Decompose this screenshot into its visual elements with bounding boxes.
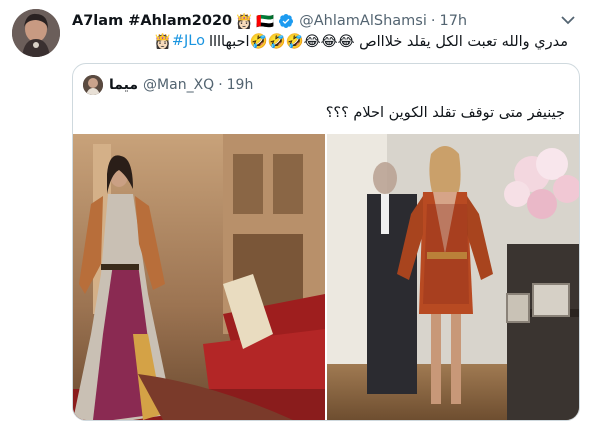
tweet-text: مدري والله تعبت الكل يقلد خلاااص 😂😂😂🤣🤣🤣ا… — [154, 30, 568, 52]
quoted-handle[interactable]: @Man_XQ — [143, 77, 214, 93]
avatar[interactable] — [12, 9, 60, 57]
tweet-header: A7lam #Ahlam2020 👸🏻 🇦🇪 @AhlamAlShamsi · … — [72, 10, 467, 32]
chevron-down-icon[interactable] — [558, 12, 578, 26]
tweet-card[interactable]: A7lam #Ahlam2020 👸🏻 🇦🇪 @AhlamAlShamsi · … — [0, 0, 592, 429]
quoted-timestamp[interactable]: 19h — [227, 77, 254, 93]
handle[interactable]: @AhlamAlShamsi — [299, 13, 427, 29]
quoted-tweet[interactable]: ميما @Man_XQ · 19h جينيفر متى توقف تقلد … — [72, 63, 580, 421]
media-photo-left[interactable] — [73, 134, 325, 420]
verified-badge-icon — [278, 13, 294, 29]
display-name[interactable]: A7lam #Ahlam2020 — [72, 13, 232, 29]
hashtag-link[interactable]: #JLo — [172, 33, 205, 49]
quoted-tweet-text: جينيفر متى توقف تقلد الكوين احلام ؟؟؟ — [325, 105, 565, 121]
media-grid — [73, 134, 579, 420]
quoted-display-name[interactable]: ميما — [109, 77, 138, 93]
uae-flag-emoji: 🇦🇪 — [256, 13, 275, 30]
princess-emoji: 👸🏻 — [153, 33, 172, 50]
media-photo-right[interactable] — [327, 134, 579, 420]
quoted-avatar[interactable] — [83, 75, 103, 95]
separator-dot: · — [218, 77, 223, 93]
tweet-text-body: مدري والله تعبت الكل يقلد خلاااص 😂😂😂🤣🤣🤣ا… — [208, 33, 568, 50]
timestamp[interactable]: 17h — [439, 13, 467, 29]
quoted-tweet-header: ميما @Man_XQ · 19h — [83, 75, 253, 95]
separator-dot: · — [430, 13, 436, 29]
princess-emoji: 👸🏻 — [235, 13, 254, 30]
